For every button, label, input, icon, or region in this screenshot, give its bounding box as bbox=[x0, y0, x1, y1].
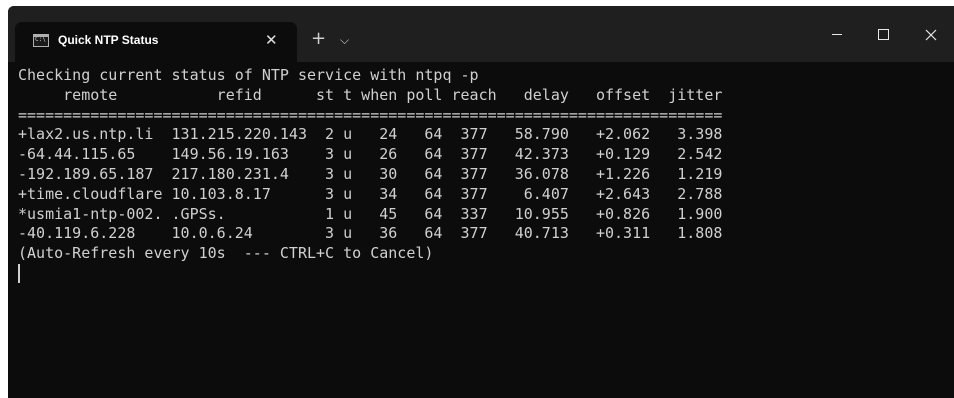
tab-quick-ntp-status[interactable]: Quick NTP Status ✕ bbox=[15, 22, 297, 62]
table-row: *usmia1-ntp-002. .GPSs. 1 u 45 64 337 10… bbox=[18, 204, 723, 223]
minimize-button[interactable] bbox=[814, 23, 860, 47]
close-icon bbox=[925, 29, 937, 41]
terminal-output[interactable]: Checking current status of NTP service w… bbox=[18, 66, 948, 396]
close-tab-icon[interactable]: ✕ bbox=[265, 30, 278, 50]
table-separator: ========================================… bbox=[18, 105, 723, 124]
table-row: +lax2.us.ntp.li 131.215.220.143 2 u 24 6… bbox=[18, 125, 723, 144]
table-header: remote refid st t when poll reach delay … bbox=[18, 85, 723, 104]
new-tab-button[interactable]: + bbox=[311, 29, 326, 49]
minimize-icon bbox=[832, 34, 842, 35]
close-window-button[interactable] bbox=[908, 23, 954, 47]
table-row: -40.119.6.228 10.0.6.24 3 u 36 64 377 40… bbox=[18, 224, 723, 243]
maximize-icon bbox=[877, 29, 889, 40]
command-line: Checking current status of NTP service w… bbox=[18, 66, 479, 84]
terminal-window: Quick NTP Status ✕ + ⌵ Checking current … bbox=[8, 6, 954, 398]
footer-line: (Auto-Refresh every 10s --- CTRL+C to Ca… bbox=[18, 244, 434, 263]
title-bar: Quick NTP Status ✕ + ⌵ bbox=[8, 6, 954, 62]
terminal-icon bbox=[33, 34, 49, 47]
tab-title: Quick NTP Status bbox=[58, 33, 159, 47]
text-cursor bbox=[18, 263, 20, 283]
table-row: -64.44.115.65 149.56.19.163 3 u 26 64 37… bbox=[18, 145, 723, 164]
table-row: +time.cloudflare 10.103.8.17 3 u 34 64 3… bbox=[18, 184, 723, 203]
cursor-line bbox=[18, 263, 948, 284]
chevron-down-icon[interactable]: ⌵ bbox=[340, 31, 349, 49]
maximize-button[interactable] bbox=[860, 23, 906, 47]
table-row: -192.189.65.187 217.180.231.4 3 u 30 64 … bbox=[18, 164, 723, 183]
